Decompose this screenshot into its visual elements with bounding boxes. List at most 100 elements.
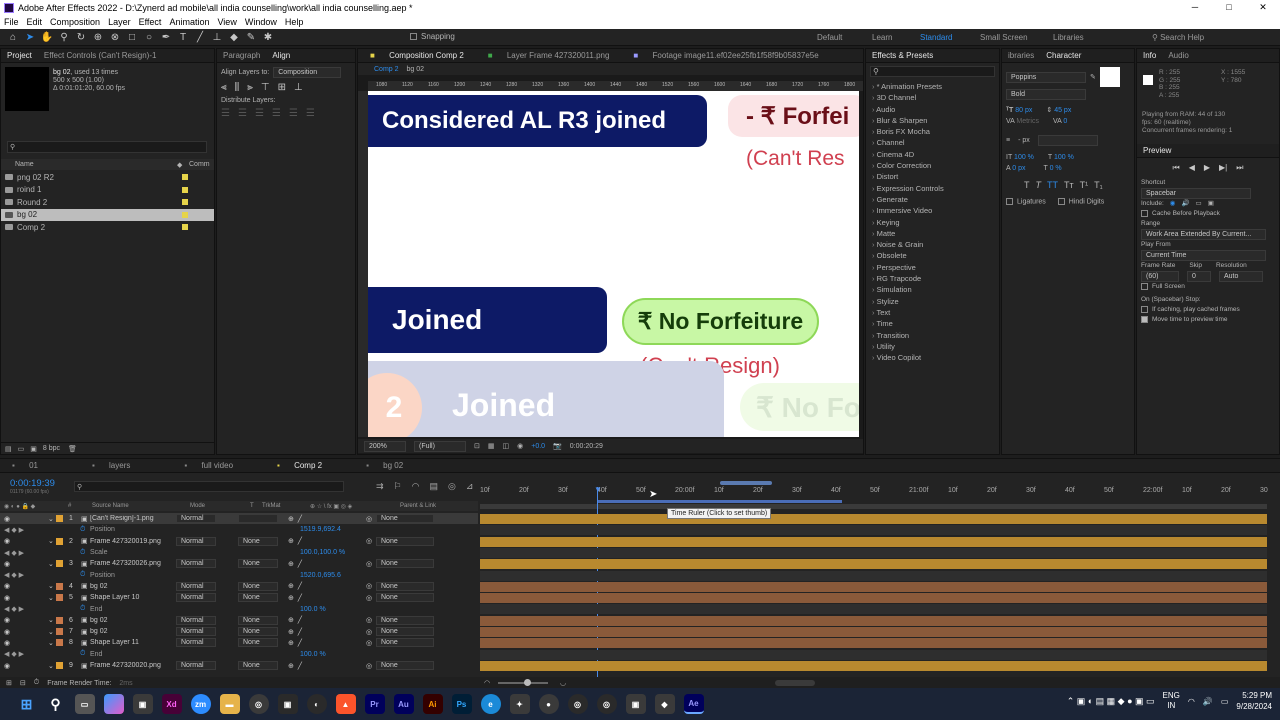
puppet-tool-icon[interactable]: ✱ [261, 30, 275, 44]
layer-label-color[interactable] [56, 616, 63, 624]
include-audio-icon[interactable]: 🔊 [1181, 199, 1189, 209]
menu-view[interactable]: View [213, 17, 240, 27]
composition-canvas[interactable]: Considered AL R3 joined - ₹ Forfei (Can'… [368, 91, 859, 437]
keyframe-nav-icon[interactable]: ◀ ◆ ▶ [0, 526, 80, 534]
label-color[interactable] [182, 199, 188, 206]
frame-blending-icon[interactable]: ▤ [429, 481, 438, 492]
layer-label-color[interactable] [56, 594, 63, 602]
snapping-checkbox[interactable] [410, 33, 417, 40]
layer-parent-select[interactable]: None [376, 559, 434, 569]
previous-frame-icon[interactable]: ◀ [1189, 163, 1195, 173]
effect-category[interactable]: Text [866, 307, 999, 318]
align-vcenter-icon[interactable]: ⊞ [278, 82, 286, 93]
menu-help[interactable]: Help [281, 17, 308, 27]
include-video-icon[interactable]: ◉ [1170, 199, 1176, 209]
layer-duration-bar[interactable] [480, 581, 1267, 592]
stopwatch-icon[interactable]: ⏱ [80, 605, 90, 613]
visibility-eye-icon[interactable]: ◉ [0, 594, 14, 602]
timeline-tab-layers[interactable]: ▪ layers [80, 461, 142, 470]
layer-mode-select[interactable]: Normal [176, 514, 216, 524]
property-value[interactable]: 100.0,100.0 % [300, 549, 400, 556]
stopwatch-icon[interactable]: ⏱ [80, 549, 90, 557]
layer-mode-select[interactable]: Normal [176, 559, 216, 569]
workspace-libraries[interactable]: Libraries [1053, 29, 1084, 46]
first-frame-icon[interactable]: ⏮ [1173, 163, 1180, 173]
eraser-tool-icon[interactable]: ◆ [227, 30, 241, 44]
layer-source-name[interactable]: Frame 427320019.png [90, 538, 176, 545]
property-row[interactable]: ◀ ◆ ▶ ⏱ Position 1519.9,692.4 [0, 524, 478, 535]
expand-arrow-icon[interactable]: ⌄ [48, 582, 56, 590]
search-icon[interactable]: ⚲ [46, 694, 66, 714]
stopwatch-icon[interactable]: ⏱ [80, 650, 90, 658]
small-caps-icon[interactable]: Tт [1064, 180, 1074, 190]
layer-row[interactable]: ◉ ⌄ 7 ▣ bg 02 Normal None ⊕ ╱ ◎ None [0, 626, 478, 637]
chrome-icon-3[interactable]: ◎ [596, 694, 617, 714]
transparency-grid-icon[interactable]: ▦ [488, 442, 495, 450]
ligatures-checkbox[interactable] [1006, 198, 1013, 205]
distribute-hcenter-icon[interactable]: ☰ [289, 108, 298, 119]
vertical-ruler[interactable] [358, 91, 368, 437]
layer-label-color[interactable] [56, 662, 63, 670]
work-area-bar[interactable] [598, 500, 842, 503]
range-select[interactable]: Work Area Extended By Current... [1141, 229, 1266, 240]
layer-duration-bar[interactable] [480, 615, 1267, 626]
expand-arrow-icon[interactable]: ⌄ [48, 560, 56, 568]
timeline-tab-comp-2[interactable]: ▪ Comp 2 [265, 461, 334, 470]
layer-switches[interactable]: ⊕ ╱ [288, 537, 366, 545]
app2-icon[interactable]: ✦ [509, 694, 530, 714]
expand-arrow-icon[interactable]: ⌄ [48, 639, 56, 647]
layer-label-color[interactable] [56, 628, 63, 636]
resolution-select[interactable]: (Full) [414, 440, 466, 452]
maximize-button[interactable]: □ [1212, 0, 1246, 15]
col-source-name[interactable]: Source Name [92, 503, 190, 509]
property-row[interactable]: ◀ ◆ ▶ ⏱ End 100.0 % [0, 603, 478, 614]
keyframe-nav-icon[interactable]: ◀ ◆ ▶ [0, 571, 80, 579]
parent-pickwhip-icon[interactable]: ◎ [366, 582, 376, 590]
layer-source-name[interactable]: Frame 427320020.png [90, 662, 176, 669]
chrome-icon-2[interactable]: ◎ [567, 694, 588, 714]
visibility-eye-icon[interactable]: ◉ [0, 616, 14, 624]
effect-category[interactable]: Channel [866, 137, 999, 148]
rotate-tool-icon[interactable]: ↻ [74, 30, 88, 44]
timeline-current-time[interactable]: 0:00:19:39 [10, 478, 55, 489]
effect-category[interactable]: Time [866, 318, 999, 329]
app-icon[interactable]: ◐ [306, 694, 327, 714]
wifi-icon[interactable]: ◠ [1188, 697, 1195, 706]
subscript-icon[interactable]: T₁ [1094, 180, 1103, 190]
mask-visibility-icon[interactable]: ◫ [503, 442, 510, 450]
layer-switches[interactable]: ⊕ ╱ [288, 639, 366, 647]
project-item[interactable]: Round 2 [1, 196, 214, 209]
label-color[interactable] [182, 186, 188, 193]
file-explorer-icon[interactable]: ▬ [219, 694, 240, 714]
font-family-select[interactable]: Poppins [1006, 71, 1086, 83]
align-to-select[interactable]: Composition [273, 67, 342, 78]
tsume-value[interactable]: 0 % [1050, 165, 1062, 172]
zoom-slider-handle[interactable] [524, 679, 531, 686]
play-icon[interactable]: ▶ [1204, 163, 1210, 173]
layer-duration-bar[interactable] [480, 559, 1267, 570]
effect-category[interactable]: Blur & Sharpen [866, 115, 999, 126]
composition-mini-flowchart-icon[interactable]: ⇉ [376, 481, 384, 492]
distribute-vcenter-icon[interactable]: ☰ [238, 108, 247, 119]
expand-arrow-icon[interactable]: ⌄ [48, 537, 56, 545]
layer-parent-select[interactable]: None [376, 638, 434, 648]
breadcrumb-comp-2[interactable]: Comp 2 [374, 66, 399, 73]
rectangle-tool-icon[interactable]: □ [125, 30, 139, 44]
pen-tool-icon[interactable]: ✒ [159, 30, 173, 44]
effect-category[interactable]: Transition [866, 330, 999, 341]
layer-mode-select[interactable]: Normal [176, 581, 216, 591]
workspace-standard[interactable]: Standard [920, 29, 952, 46]
zoom-tool-icon[interactable]: ⚲ [57, 30, 71, 44]
tab-footage[interactable]: ■ Footage image11.ef02ee25fb1f58f9b05837… [621, 51, 830, 60]
include-overlays-icon[interactable]: ▭ [1196, 199, 1202, 209]
effect-category[interactable]: RG Trapcode [866, 273, 999, 284]
timeline-tab-bg-02[interactable]: ▪ bg 02 [354, 461, 415, 470]
layer-row[interactable]: ◉ ⌄ 2 ▣ Frame 427320019.png Normal None ⊕ ╱ ◎ Non… [0, 536, 478, 547]
selection-tool-icon[interactable]: ➤ [23, 30, 37, 44]
layer-mode-select[interactable]: Normal [176, 615, 216, 625]
layer-switches[interactable]: ⊕ ╱ [288, 628, 366, 636]
hindi-digits-checkbox[interactable] [1057, 198, 1065, 205]
expand-arrow-icon[interactable]: ⌄ [48, 662, 56, 670]
menu-layer[interactable]: Layer [104, 17, 135, 27]
effect-category[interactable]: Generate [866, 194, 999, 205]
